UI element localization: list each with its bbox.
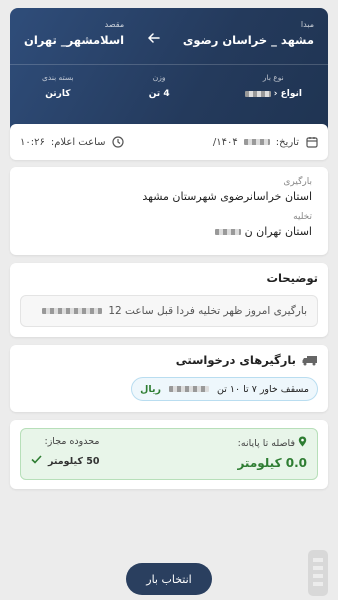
weight-label: وزن [152, 73, 166, 82]
packaging-value: کارتن [45, 89, 71, 99]
calendar-icon [305, 136, 318, 149]
truck-chip-currency: ریال [140, 383, 161, 395]
announce-value: ۱۰:۲۶ [20, 136, 45, 148]
date-card: تاریخ: ۱۴۰۴/ ساعت اعلام: ۱۰:۲۶ [10, 124, 328, 160]
truck-price-redacted [169, 386, 209, 392]
description-text: بارگیری امروز ظهر تخلیه فردا قبل ساعت 12 [20, 295, 318, 327]
distance-box: فاصله تا پایانه: 0.0 کیلومتر محدوده مجاز… [20, 428, 318, 480]
announce-label: ساعت اعلام: [50, 136, 106, 148]
origin: مبدا مشهد _ خراسان رضوی [183, 20, 314, 47]
packaging: بسته بندی کارتن [42, 73, 74, 99]
unload-label: تخلیه [293, 212, 312, 222]
allowed-range-value: 50 کیلومتر [31, 455, 99, 467]
watermark-logo-icon [306, 548, 330, 598]
arrow-left-icon [147, 32, 160, 48]
distance-to-end-label: فاصله تا پایانه: [237, 436, 307, 450]
destination-label: مقصد [104, 20, 125, 29]
packaging-label: بسته بندی [42, 73, 74, 82]
cargo-meta: نوع بار انواع ‹ وزن 4 تن بسته بندی کارتن [24, 73, 314, 99]
weight: وزن 4 تن [149, 73, 170, 99]
date-redacted [243, 139, 270, 145]
origin-label: مبدا [300, 20, 314, 29]
announce-part: ساعت اعلام: ۱۰:۲۶ [20, 136, 125, 149]
date-label: تاریخ: [275, 136, 299, 148]
date-part: تاریخ: ۱۴۰۴/ [213, 136, 318, 149]
description-card: توضیحات بارگیری امروز ظهر تخلیه فردا قبل… [10, 263, 328, 337]
truck-chip[interactable]: مسقف خاور ۷ تا ۱۰ تن ریال [131, 377, 318, 401]
select-cargo-button[interactable]: انتخاب بار [126, 563, 212, 595]
date-value: ۱۴۰۴/ [212, 136, 238, 148]
clock-icon [112, 136, 125, 149]
trucks-title-row: بارگیرهای درخواستی [20, 353, 318, 367]
weight-value: 4 تن [148, 89, 170, 99]
cargo-type: نوع بار انواع ‹ [244, 73, 302, 99]
cargo-type-value: انواع ‹ [244, 89, 302, 99]
distance-to-end: فاصله تا پایانه: 0.0 کیلومتر [237, 436, 307, 472]
location-pin-icon [298, 436, 307, 450]
unload-value: استان تهران ن [26, 225, 312, 238]
cargo-type-label: نوع بار [262, 73, 284, 82]
trucks-card: بارگیرهای درخواستی مسقف خاور ۷ تا ۱۰ تن … [10, 345, 328, 412]
allowed-range-label: محدوده مجاز: [44, 436, 100, 447]
loading-card: بارگیری استان خراسانرضوی شهرستان مشهد تخ… [10, 167, 328, 255]
route-row: مبدا مشهد _ خراسان رضوی مقصد اسلامشهر_ ت… [24, 20, 314, 48]
check-icon [31, 455, 42, 467]
description-title: توضیحات [266, 271, 319, 285]
distance-to-end-value: 0.0 کیلومتر [237, 456, 307, 470]
load-value: استان خراسانرضوی شهرستان مشهد [142, 190, 312, 203]
allowed-range: محدوده مجاز: 50 کیلومتر [31, 436, 99, 472]
origin-value: مشهد _ خراسان رضوی [182, 33, 314, 47]
destination: مقصد اسلامشهر_ تهران [24, 20, 124, 47]
route-header: مبدا مشهد _ خراسان رضوی مقصد اسلامشهر_ ت… [10, 8, 328, 142]
distance-card: فاصله تا پایانه: 0.0 کیلومتر محدوده مجاز… [10, 420, 328, 489]
header-divider [10, 64, 328, 65]
load-label: بارگیری [283, 177, 312, 187]
trucks-title: بارگیرهای درخواستی [175, 353, 296, 367]
truck-chip-text: مسقف خاور ۷ تا ۱۰ تن [217, 383, 309, 395]
truck-icon [302, 354, 318, 367]
destination-value: اسلامشهر_ تهران [24, 33, 125, 47]
